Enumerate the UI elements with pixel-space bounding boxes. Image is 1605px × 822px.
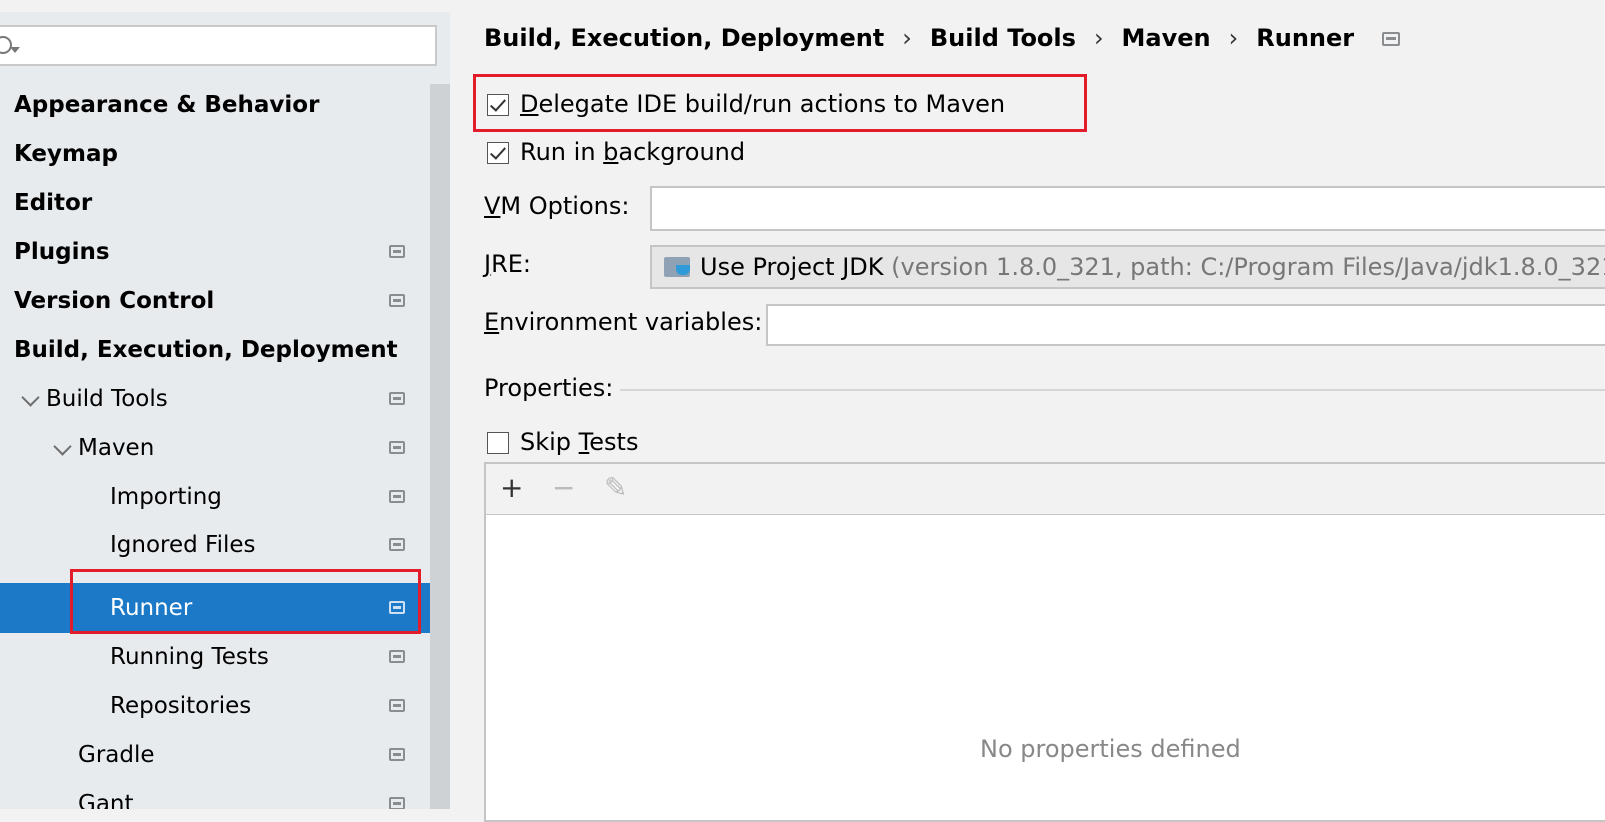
sidebar-item-editor[interactable]: Editor (0, 178, 430, 228)
chevron-down-icon[interactable] (21, 388, 40, 407)
sidebar-item-label: Repositories (110, 693, 252, 719)
sidebar-item-label: Build, Execution, Deployment (14, 337, 398, 363)
sidebar-top-strip (0, 0, 450, 12)
jre-selected-value: Use Project JDK (version 1.8.0_321, path… (700, 253, 1605, 281)
project-settings-icon (389, 245, 405, 258)
properties-table: + − ✎ (484, 462, 1605, 822)
sidebar-item-label: Ignored Files (110, 532, 256, 558)
project-settings-icon (1382, 32, 1401, 46)
properties-separator (620, 389, 1605, 391)
add-icon[interactable]: + (500, 474, 523, 502)
search-dropdown-icon[interactable] (10, 47, 20, 53)
highlight-box-delegate (473, 74, 1087, 132)
jre-label: JRE: (484, 250, 532, 278)
sidebar-item-keymap[interactable]: Keymap (0, 129, 430, 179)
highlight-box-runner (70, 569, 421, 634)
vm-options-input[interactable] (650, 186, 1605, 231)
sidebar-item-gant[interactable]: Gant (0, 779, 430, 809)
edit-icon[interactable]: ✎ (604, 474, 627, 502)
sidebar-item-version-control[interactable]: Version Control (0, 276, 430, 326)
breadcrumb-separator: › (1228, 24, 1239, 52)
breadcrumb-separator: › (902, 24, 912, 52)
settings-sidebar: Appearance & Behavior Keymap Editor Plug… (0, 0, 450, 809)
project-settings-icon (389, 392, 405, 405)
sidebar-item-label: Importing (110, 484, 222, 510)
sidebar-scrollbar[interactable] (430, 84, 450, 809)
project-settings-icon (389, 538, 405, 551)
sidebar-item-build-execution-deployment[interactable]: Build, Execution, Deployment (0, 325, 430, 375)
project-settings-icon (389, 748, 405, 761)
sidebar-item-ignored-files[interactable]: Ignored Files (0, 520, 430, 570)
sidebar-item-build-tools[interactable]: Build Tools (0, 374, 430, 424)
chevron-down-icon[interactable] (53, 437, 72, 456)
sidebar-item-importing[interactable]: Importing (0, 472, 430, 522)
project-settings-icon (389, 650, 405, 663)
sidebar-item-label: Build Tools (46, 386, 168, 412)
properties-label: Properties: (484, 374, 614, 402)
properties-table-toolbar: + − ✎ (486, 464, 1605, 515)
sidebar-item-label: Plugins (14, 239, 110, 265)
environment-variables-input[interactable] (766, 304, 1605, 346)
properties-empty-text: No properties defined (980, 735, 1241, 763)
breadcrumb-item[interactable]: Build Tools (930, 24, 1076, 52)
project-settings-icon (389, 699, 405, 712)
skip-tests-checkbox[interactable] (487, 432, 509, 454)
breadcrumb-separator: › (1093, 24, 1104, 52)
sidebar-item-maven[interactable]: Maven (0, 423, 430, 473)
sidebar-item-label: Appearance & Behavior (14, 92, 320, 118)
sidebar-item-plugins[interactable]: Plugins (0, 227, 430, 277)
java-cup-icon (676, 265, 690, 275)
project-settings-icon (389, 490, 405, 503)
sidebar-item-label: Running Tests (110, 644, 269, 670)
remove-icon[interactable]: − (552, 474, 575, 502)
sidebar-item-label: Maven (78, 435, 155, 461)
sidebar-item-appearance[interactable]: Appearance & Behavior (0, 80, 430, 130)
sidebar-item-running-tests[interactable]: Running Tests (0, 632, 430, 682)
sidebar-item-repositories[interactable]: Repositories (0, 681, 430, 731)
sidebar-item-label: Editor (14, 190, 93, 216)
run-in-background-label[interactable]: Run in background (520, 138, 745, 166)
jre-select[interactable]: Use Project JDK (version 1.8.0_321, path… (650, 245, 1605, 289)
sidebar-item-label: Version Control (14, 288, 215, 314)
sidebar-item-gradle[interactable]: Gradle (0, 730, 430, 780)
breadcrumb-item: Runner (1256, 24, 1355, 52)
skip-tests-label[interactable]: Skip Tests (520, 428, 638, 456)
breadcrumb-item[interactable]: Maven (1122, 24, 1211, 52)
sidebar-item-label: Gant (78, 791, 134, 809)
vm-options-label: VM Options: (484, 192, 630, 220)
project-settings-icon (389, 797, 405, 809)
project-settings-icon (389, 441, 405, 454)
sidebar-item-label: Keymap (14, 141, 118, 167)
environment-variables-label: Environment variables: (484, 308, 763, 336)
run-in-background-checkbox[interactable] (487, 142, 509, 164)
search-input[interactable] (0, 25, 437, 66)
sidebar-item-label: Gradle (78, 742, 155, 768)
breadcrumb: Build, Execution, Deployment › Build Tools… (484, 24, 1401, 52)
project-settings-icon (389, 294, 405, 307)
breadcrumb-item[interactable]: Build, Execution, Deployment (484, 24, 884, 52)
